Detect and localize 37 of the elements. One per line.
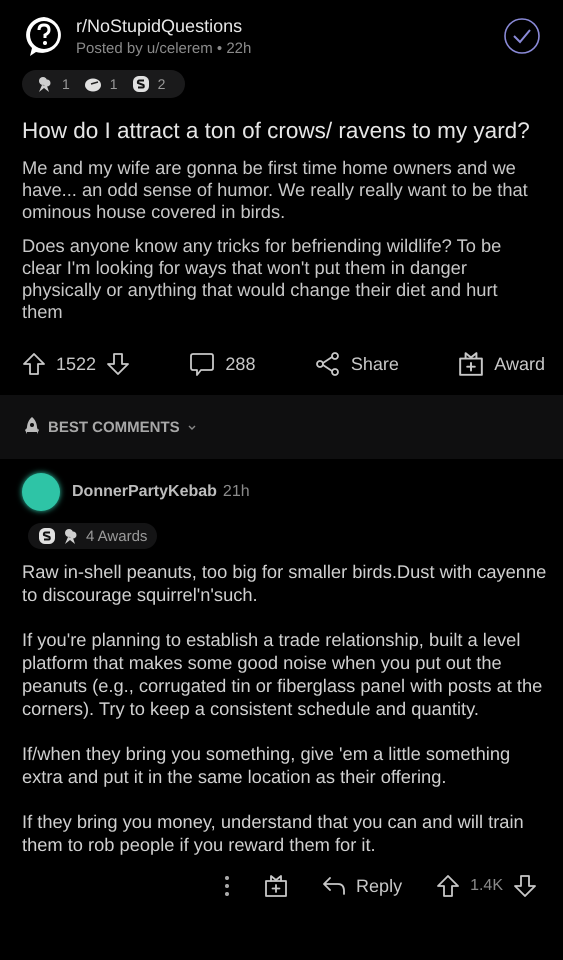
reply-button[interactable]: Reply	[322, 876, 402, 896]
share-button[interactable]: Share	[314, 351, 399, 377]
downvote-icon[interactable]	[513, 874, 537, 898]
award-button[interactable]: Award	[458, 351, 545, 377]
post-text: Does anyone know any tricks for befriending wildlife? To be clear I'm looking for ways that won't put them in danger physically or anything that would change their diet and hurt them	[22, 235, 502, 323]
upvote-icon[interactable]	[436, 874, 460, 898]
gift-icon	[264, 874, 288, 898]
vote-count: 1522	[56, 354, 96, 374]
vote-count: 1.4K	[470, 877, 503, 895]
comment-icon	[189, 351, 216, 377]
comment-text: If you're planning to establish a trade relationship, built a level platform that makes some good noise when you put out the peanuts (e.g., corrugated tin or fiberglass panel with posts at the corners). Try to keep a consistent schedule and quantity.	[22, 628, 544, 720]
user-avatar[interactable]	[22, 473, 60, 511]
comment-text: If/when they bring you something, give 'em a little something extra and put it in the same location as their offering.	[22, 742, 512, 788]
award-count: 1	[62, 76, 70, 92]
check-icon[interactable]	[503, 17, 541, 55]
comment-text: Raw in-shell peanuts, too big for smaller birds.Dust with cayenne to discourage squirrel'n'such.	[22, 560, 547, 606]
comment-age: 21h	[222, 483, 250, 501]
awards-pill[interactable]: 1 1 2	[22, 70, 186, 98]
awards-pill[interactable]: 4 Awards	[28, 523, 158, 549]
subreddit-name[interactable]: r/NoStupidQuestions	[76, 16, 493, 36]
coin-icon	[38, 527, 56, 545]
comments-button[interactable]: 288	[189, 351, 256, 377]
post-byline: Posted by u/celerem • 22h	[76, 40, 252, 56]
more-icon[interactable]	[224, 875, 230, 897]
award-count: 2	[158, 76, 166, 92]
post-text: Me and my wife are gonna be first time home owners and we have... an odd sense of humor. We really really want to be that ominous house covered in birds.	[22, 157, 529, 223]
gift-icon	[458, 351, 484, 377]
reply-arrow-icon	[322, 876, 346, 896]
coin-icon	[132, 75, 150, 93]
share-icon	[314, 351, 341, 377]
downvote-icon[interactable]	[106, 352, 130, 376]
upvote-icon[interactable]	[22, 352, 46, 376]
sort-button[interactable]: BEST COMMENTS	[22, 416, 198, 438]
comment-text: If they bring you money, understand that you can and will train them to rob people if you reward them for it.	[22, 810, 525, 856]
post-title: How do I attract a ton of crows/ ravens to my yard?	[22, 117, 531, 145]
award-count: 1	[110, 76, 118, 92]
comment-author[interactable]: DonnerPartyKebab	[72, 483, 217, 501]
